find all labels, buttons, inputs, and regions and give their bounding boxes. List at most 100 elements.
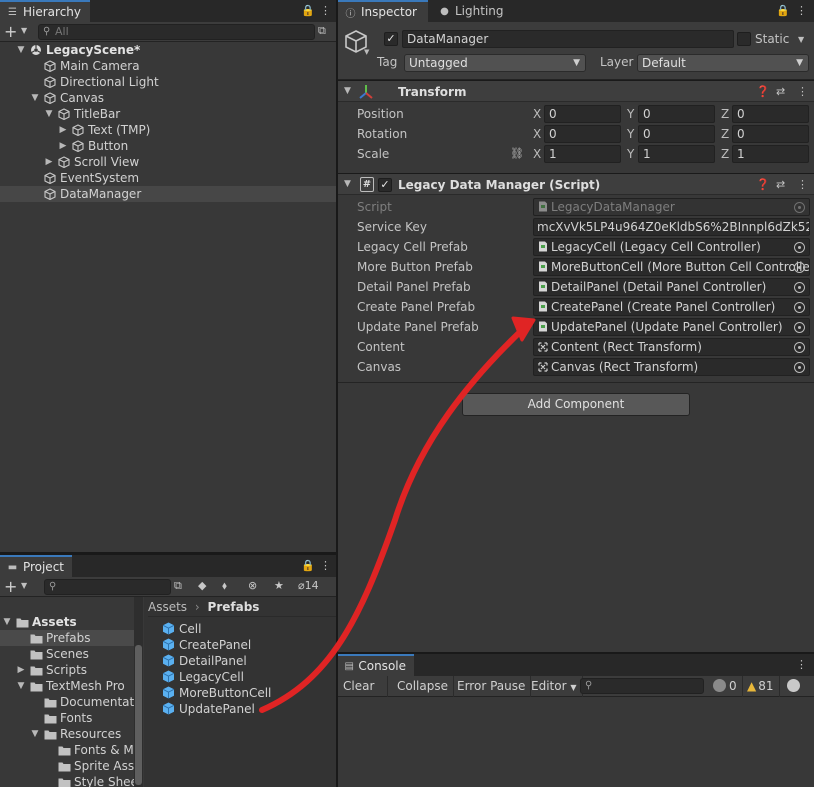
filter-type-icon[interactable]: ◆ [198, 579, 206, 592]
asset-item-legacycell[interactable]: LegacyCell [144, 669, 336, 685]
scale-x-field[interactable]: 1 [544, 145, 621, 163]
hierarchy-item-datamanager[interactable]: DataManager [0, 186, 336, 202]
more-options-icon[interactable]: ⋮ [796, 4, 807, 17]
scale-z-field[interactable]: 1 [732, 145, 809, 163]
clear-button[interactable]: Clear ▼ [338, 676, 388, 713]
hierarchy-item-text-tmp[interactable]: ▶ Text (TMP) [0, 122, 336, 138]
tab-inspector[interactable]: ⓘ Inspector [338, 0, 428, 22]
static-checkbox[interactable] [737, 32, 751, 46]
asset-item-detailpanel[interactable]: DetailPanel [144, 653, 336, 669]
warning-filter-icon[interactable]: ⊗ [248, 579, 257, 592]
chevron-down-icon[interactable]: ▼ [798, 35, 804, 44]
content-field[interactable]: Content (Rect Transform) [533, 338, 810, 356]
add-icon[interactable]: + [4, 23, 17, 41]
folder-item-scripts[interactable]: ▶ Scripts [0, 662, 134, 678]
layer-dropdown[interactable]: Default ▼ [637, 54, 809, 72]
filter-label-icon[interactable]: ⬧ [222, 579, 227, 593]
asset-item-createpanel[interactable]: CreatePanel [144, 637, 336, 653]
position-x-field[interactable]: 0 [544, 105, 621, 123]
folder-item-textmesh-pro[interactable]: ▼ TextMesh Pro [0, 678, 134, 694]
tag-dropdown[interactable]: Untagged ▼ [404, 54, 586, 72]
folder-item-prefabs[interactable]: Prefabs [0, 630, 134, 646]
hierarchy-item-eventsystem[interactable]: EventSystem [0, 170, 336, 186]
expand-arrow-down-icon[interactable]: ▼ [30, 726, 40, 742]
legacy-cell-prefab-field[interactable]: LegacyCell (Legacy Cell Controller) [533, 238, 810, 256]
chevron-down-icon[interactable]: ▼ [344, 179, 351, 189]
editor-dropdown[interactable]: Editor ▼ [526, 676, 583, 697]
rotation-z-field[interactable]: 0 [732, 125, 809, 143]
console-search-input[interactable]: ⚲ [580, 678, 704, 694]
rotation-y-field[interactable]: 0 [638, 125, 715, 143]
chevron-down-icon[interactable]: ▼ [364, 48, 369, 56]
object-picker-icon[interactable] [794, 242, 805, 253]
more-options-icon[interactable]: ⋮ [797, 85, 808, 98]
tab-console[interactable]: ▤ Console [338, 654, 414, 676]
more-options-icon[interactable]: ⋮ [320, 4, 331, 17]
console-log-area[interactable] [338, 697, 814, 787]
more-options-icon[interactable]: ⋮ [797, 178, 808, 191]
hierarchy-item-button[interactable]: ▶ Button [0, 138, 336, 154]
tab-lighting[interactable]: ● Lighting [432, 0, 512, 22]
expand-arrow-down-icon[interactable]: ▼ [44, 106, 54, 122]
breadcrumb-root[interactable]: Assets [148, 600, 187, 614]
search-scope-icon[interactable]: ⧉ [174, 579, 182, 593]
expand-arrow-down-icon[interactable]: ▼ [16, 42, 26, 58]
object-picker-icon[interactable] [794, 262, 805, 273]
rotation-x-field[interactable]: 0 [544, 125, 621, 143]
more-button-prefab-field[interactable]: MoreButtonCell (More Button Cell Control… [533, 258, 810, 276]
hierarchy-item-titlebar[interactable]: ▼ TitleBar [0, 106, 336, 122]
scale-y-field[interactable]: 1 [638, 145, 715, 163]
add-icon[interactable]: + [4, 578, 17, 596]
folder-item-sprite-ass[interactable]: Sprite Ass [0, 758, 134, 774]
component-enabled-checkbox[interactable]: ✓ [378, 178, 392, 192]
asset-item-cell[interactable]: Cell [144, 621, 336, 637]
folder-item-documentat[interactable]: Documentat [0, 694, 134, 710]
detail-panel-prefab-field[interactable]: DetailPanel (Detail Panel Controller) [533, 278, 810, 296]
expand-arrow-right-icon[interactable]: ▶ [58, 122, 68, 138]
folder-item-fonts-m[interactable]: Fonts & M [0, 742, 134, 758]
hierarchy-item-main-camera[interactable]: Main Camera [0, 58, 336, 74]
chevron-down-icon[interactable]: ▼ [21, 26, 27, 35]
folder-item-fonts[interactable]: Fonts [0, 710, 134, 726]
expand-arrow-down-icon[interactable]: ▼ [30, 90, 40, 106]
warning-filter-toggle[interactable]: ▲ 81 [742, 676, 780, 697]
scrollbar-thumb[interactable] [135, 645, 142, 785]
constrain-proportions-icon[interactable]: ⛓ [510, 147, 524, 160]
service-key-field[interactable]: mcXvVk5LP4u964Z0eKldbS6%2BInnpl6dZk520 [533, 218, 810, 236]
expand-arrow-right-icon[interactable]: ▶ [58, 138, 68, 154]
folder-item-scenes[interactable]: Scenes [0, 646, 134, 662]
chevron-down-icon[interactable]: ▼ [21, 581, 27, 590]
error-filter-toggle[interactable]: 0 [782, 676, 814, 714]
expand-arrow-down-icon[interactable]: ▼ [16, 678, 26, 694]
asset-item-morebuttoncell[interactable]: MoreButtonCell [144, 685, 336, 701]
folder-item-style-shee[interactable]: Style Shee [0, 774, 138, 787]
position-z-field[interactable]: 0 [732, 105, 809, 123]
more-options-icon[interactable]: ⋮ [796, 658, 807, 671]
object-picker-icon[interactable] [794, 362, 805, 373]
presets-icon[interactable]: ⇄ [776, 178, 785, 191]
add-component-button[interactable]: Add Component [462, 393, 690, 416]
hierarchy-item-directional-light[interactable]: Directional Light [0, 74, 336, 90]
folder-tree-scrollbar[interactable] [134, 597, 143, 787]
project-search-input[interactable]: ⚲ [44, 579, 171, 595]
asset-item-updatepanel[interactable]: UpdatePanel [144, 701, 336, 717]
create-panel-prefab-field[interactable]: CreatePanel (Create Panel Controller) [533, 298, 810, 316]
tab-hierarchy[interactable]: ☰ Hierarchy [0, 0, 90, 22]
breadcrumb-current[interactable]: Prefabs [208, 600, 260, 614]
lock-icon[interactable]: 🔒 [301, 4, 315, 17]
search-scope-icon[interactable]: ⧉ [318, 24, 326, 38]
hierarchy-item-canvas[interactable]: ▼ Canvas [0, 90, 336, 106]
object-picker-icon[interactable] [794, 342, 805, 353]
help-icon[interactable]: ❓ [756, 178, 770, 191]
object-name-field[interactable]: DataManager [402, 30, 734, 48]
object-picker-icon[interactable] [794, 282, 805, 293]
transform-header[interactable]: ▼ Transform ❓ ⇄ ⋮ [338, 80, 814, 102]
hierarchy-item-legacyscene[interactable]: ▼ LegacyScene* [0, 42, 336, 58]
expand-arrow-down-icon[interactable]: ▼ [2, 614, 12, 630]
active-checkbox[interactable]: ✓ [384, 32, 398, 46]
hierarchy-search-input[interactable]: ⚲ All [38, 24, 315, 40]
folder-item-resources[interactable]: ▼ Resources [0, 726, 134, 742]
lock-icon[interactable]: 🔒 [301, 559, 315, 572]
position-y-field[interactable]: 0 [638, 105, 715, 123]
info-filter-toggle[interactable]: 0 [708, 676, 743, 697]
